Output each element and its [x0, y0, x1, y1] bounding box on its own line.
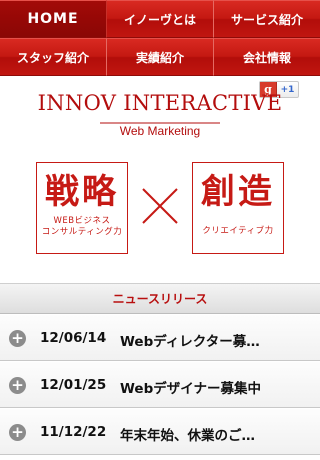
plus-circle-icon: +	[9, 377, 26, 394]
nav-about[interactable]: イノーヴとは	[107, 0, 214, 38]
news-item[interactable]: + 12/01/25 Webデザイナー募集中	[0, 361, 320, 408]
nav-home[interactable]: HOME	[0, 0, 107, 38]
nav-staff[interactable]: スタッフ紹介	[0, 38, 107, 76]
news-item[interactable]: + 11/12/22 年末年始、休業のご…	[0, 408, 320, 455]
strategy-box: 戦略 WEBビジネス コンサルティング力	[36, 162, 128, 254]
strategy-caption: WEBビジネス コンサルティング力	[42, 216, 123, 238]
strategy-caption-line1: WEBビジネス	[53, 216, 111, 226]
creation-box: 創造 クリエイティブ力	[192, 162, 284, 254]
creation-heading: 創造	[201, 172, 275, 212]
news-date: 12/06/14	[40, 330, 107, 346]
creation-caption: クリエイティブ力	[202, 226, 274, 236]
plus-circle-icon: +	[9, 424, 26, 441]
news-title: 年末年始、休業のご…	[120, 428, 255, 444]
nav-company[interactable]: 会社情報	[214, 38, 320, 76]
news-date: 12/01/25	[40, 377, 107, 393]
news-title: Webディレクター募…	[120, 334, 260, 350]
news-item[interactable]: + 12/06/14 Webディレクター募…	[0, 314, 320, 361]
strategy-caption-line2: コンサルティング力	[41, 227, 123, 237]
news-title: Webデザイナー募集中	[120, 381, 261, 397]
news-list: + 12/06/14 Webディレクター募… + 12/01/25 Webデザイ…	[0, 314, 320, 455]
site-logo[interactable]: INNOV INTERACTIVE	[0, 91, 320, 115]
site-tagline: Web Marketing	[119, 124, 201, 138]
strategy-heading: 戦略	[45, 172, 119, 212]
nav-works[interactable]: 実績紹介	[107, 38, 214, 76]
nav-services[interactable]: サービス紹介	[214, 0, 320, 38]
logo-divider	[100, 122, 220, 124]
news-date: 11/12/22	[40, 424, 107, 440]
cross-icon	[142, 188, 178, 224]
main-nav: HOME イノーヴとは サービス紹介 スタッフ紹介 実績紹介 会社情報	[0, 0, 320, 76]
plus-circle-icon: +	[9, 330, 26, 347]
news-header: ニュースリリース	[0, 283, 320, 314]
